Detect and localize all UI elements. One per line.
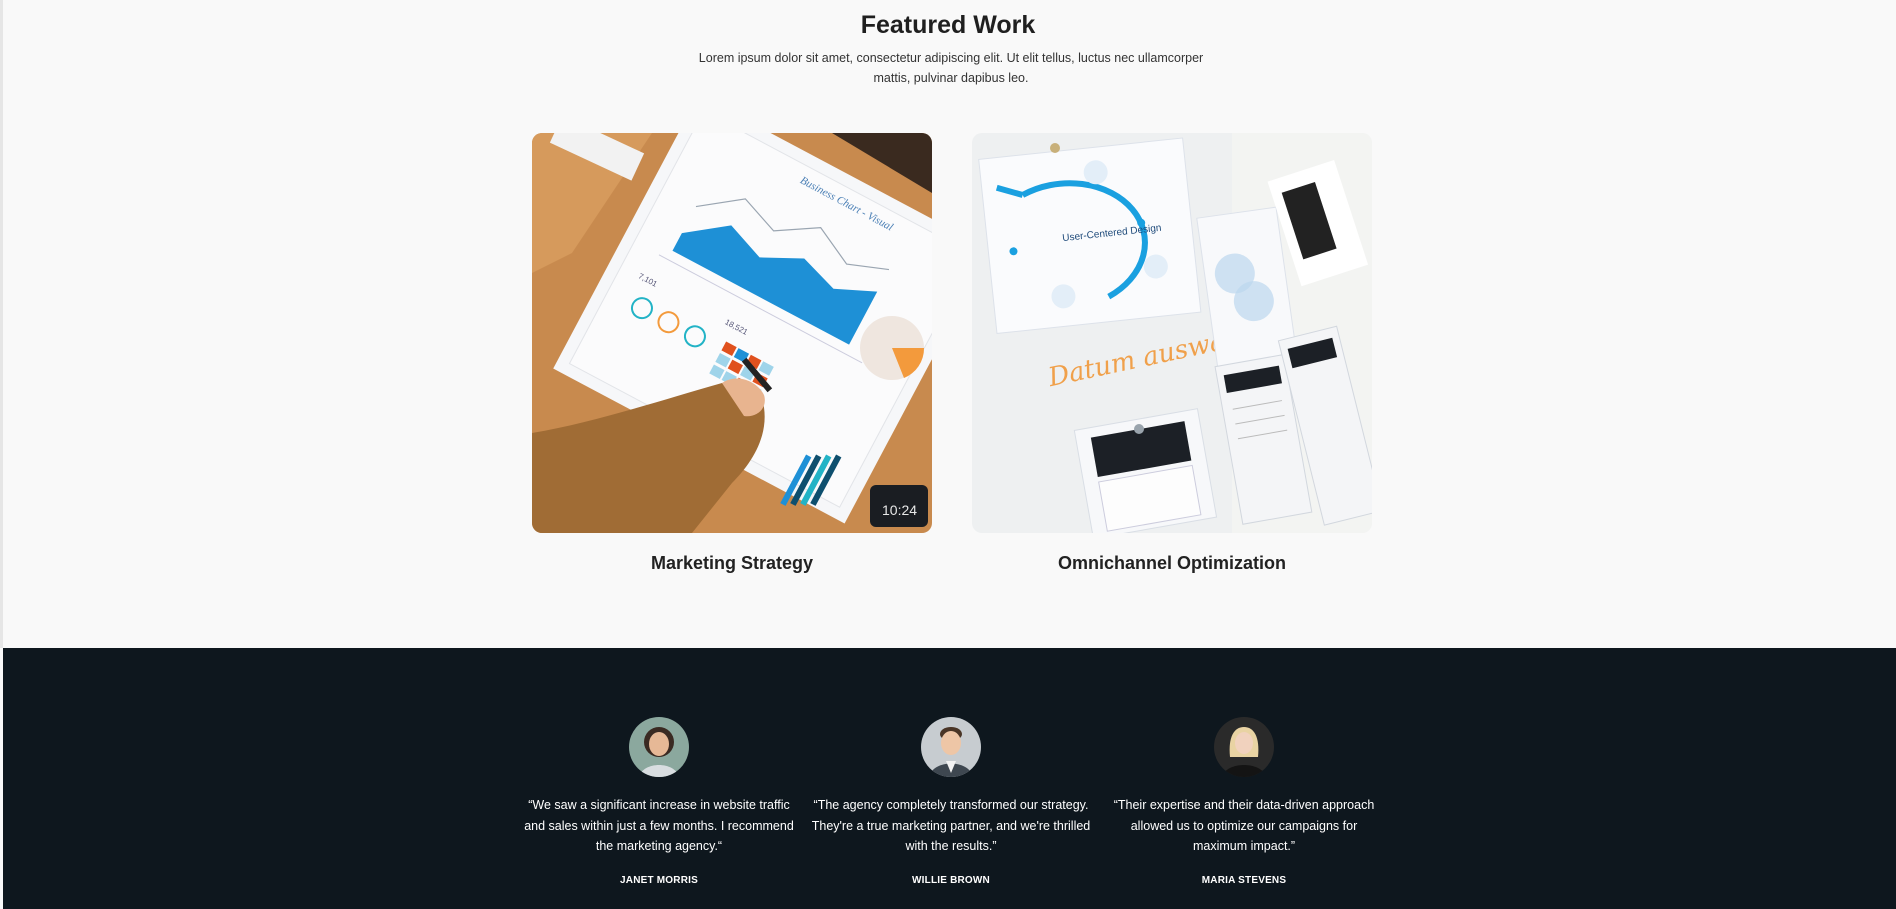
- testimonial-quote: “Their expertise and their data-driven a…: [1113, 798, 1375, 853]
- testimonial-author: JANET MORRIS: [620, 874, 698, 886]
- avatar: [921, 717, 981, 777]
- section-intro: Lorem ipsum dolor sit amet, consectetur …: [698, 51, 1204, 85]
- avatar: [1214, 717, 1274, 777]
- portfolio-card-marketing[interactable]: Business Chart - Visual 7,101 18,521 10:…: [532, 133, 932, 574]
- testimonial-quote: “We saw a significant increase in websit…: [524, 798, 794, 853]
- testimonial-item: “We saw a significant increase in websit…: [519, 717, 799, 886]
- card-title[interactable]: Marketing Strategy: [532, 553, 932, 574]
- testimonial-author: MARIA STEVENS: [1201, 874, 1287, 886]
- section-title: Featured Work: [860, 11, 1036, 39]
- watch-time-text: 10:24: [882, 502, 917, 518]
- testimonial-item: “The agency completely transformed our s…: [811, 717, 1091, 886]
- testimonial-quote: “The agency completely transformed our s…: [811, 798, 1091, 853]
- avatar: [629, 717, 689, 777]
- testimonial-item: “Their expertise and their data-driven a…: [1104, 717, 1384, 886]
- business-chart-photo[interactable]: Business Chart - Visual 7,101 18,521 10:…: [532, 133, 932, 533]
- featured-work-section: Featured Work Lorem ipsum dolor sit amet…: [0, 0, 1896, 648]
- ux-design-whiteboard-photo[interactable]: User-Centered Design Datum auswählen: [972, 133, 1372, 533]
- testimonials-section: “We saw a significant increase in websit…: [3, 648, 1896, 909]
- testimonial-author: WILLIE BROWN: [912, 874, 990, 886]
- portfolio-card-omnichannel[interactable]: User-Centered Design Datum auswählen Omn…: [972, 133, 1372, 574]
- card-title[interactable]: Omnichannel Optimization: [972, 553, 1372, 574]
